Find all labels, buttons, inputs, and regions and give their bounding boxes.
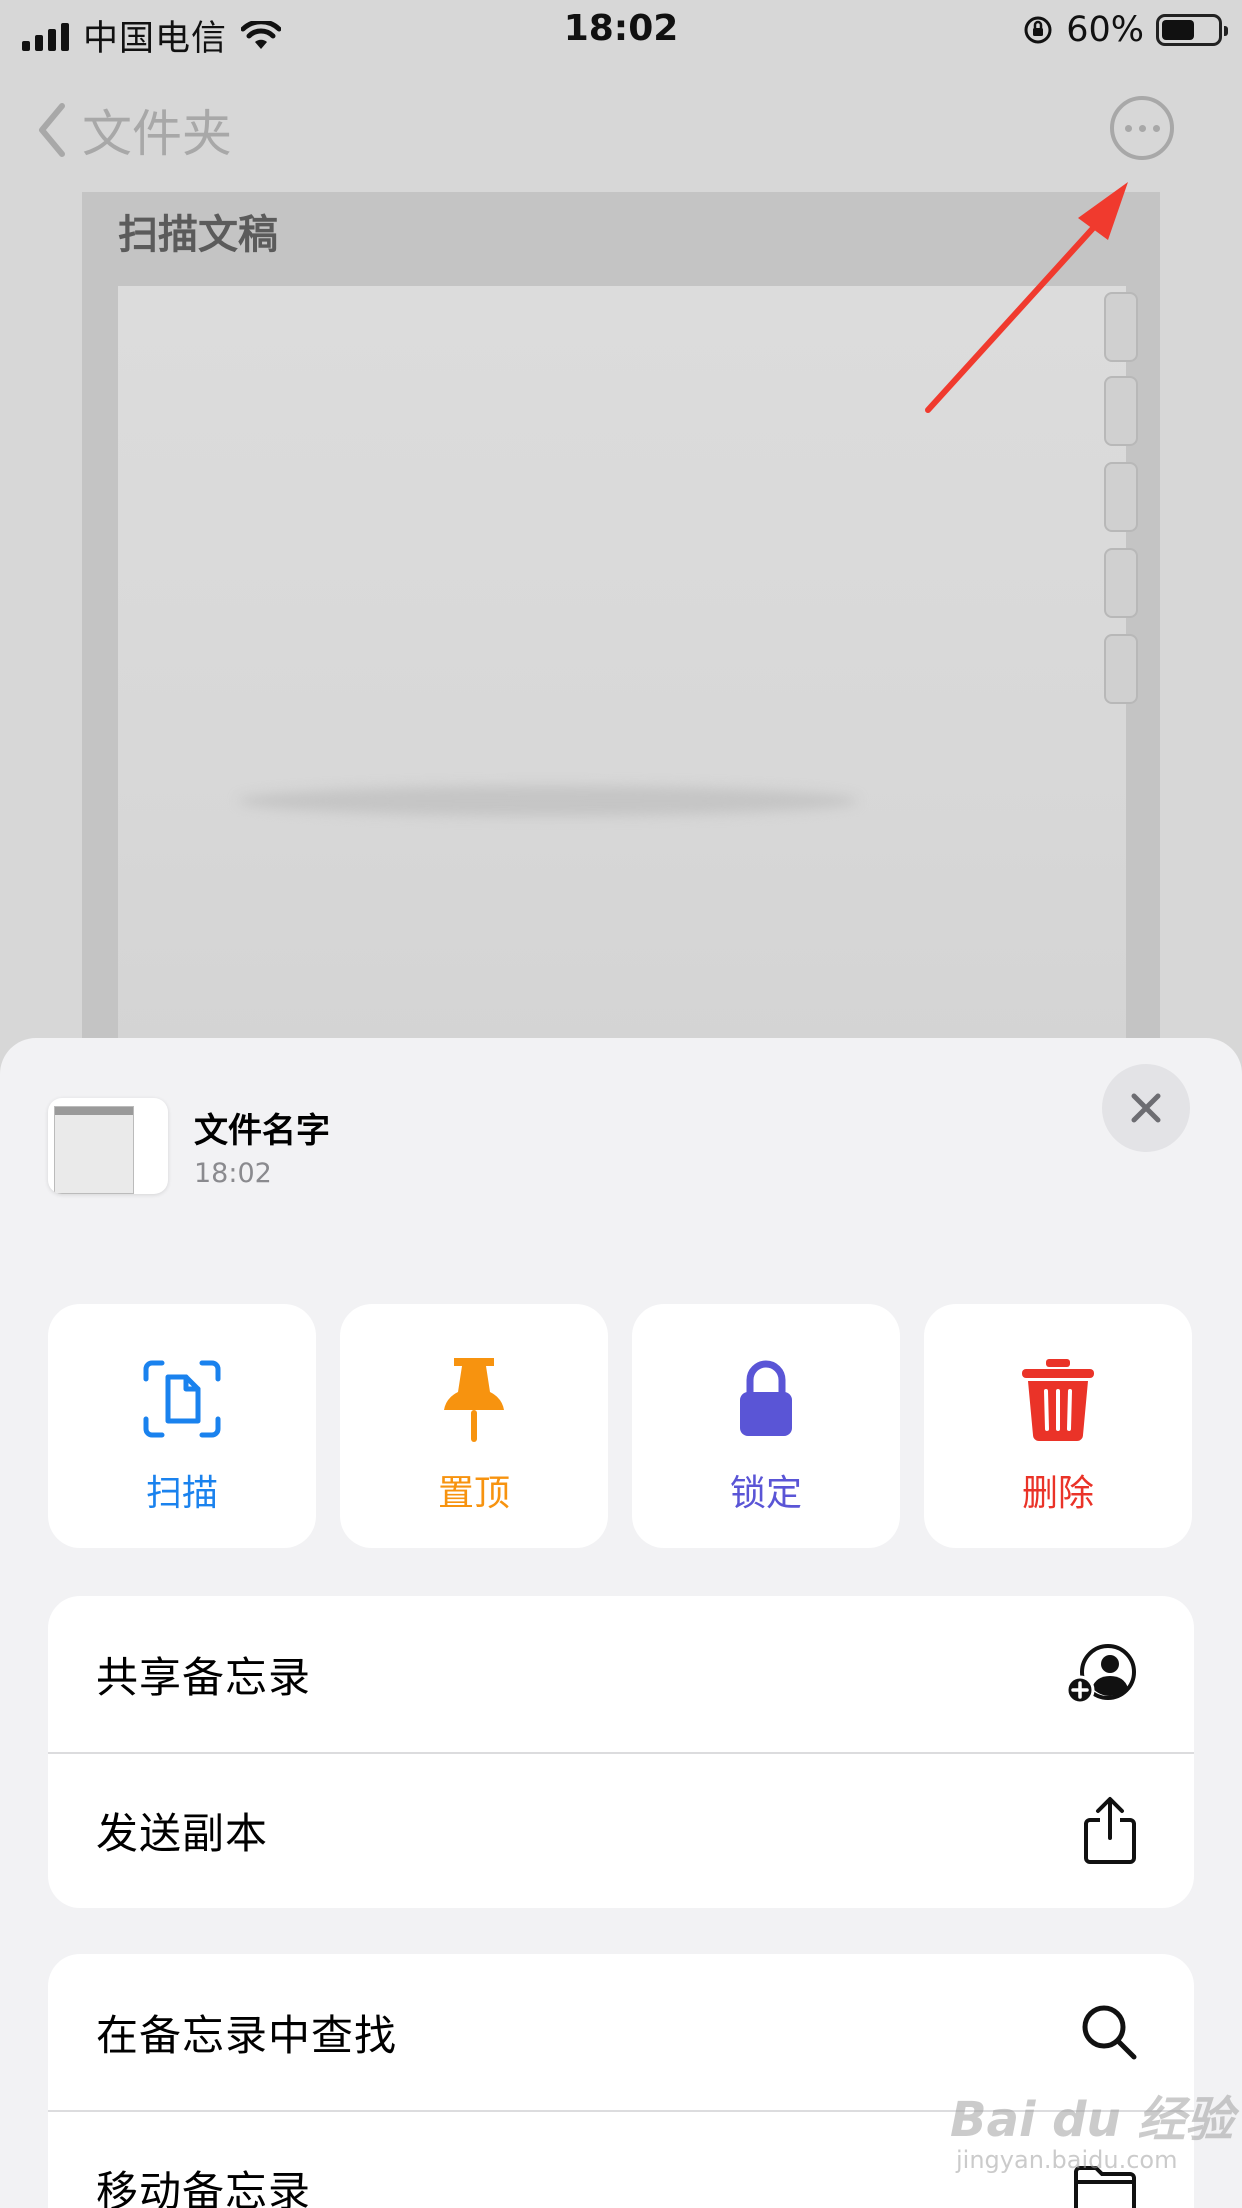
battery-percent: 60% — [1066, 10, 1144, 50]
note-thumbnail — [48, 1098, 168, 1194]
pin-icon — [444, 1358, 504, 1442]
lock-icon — [740, 1360, 792, 1436]
back-label: 文件夹 — [82, 105, 232, 163]
status-right: 60% — [1022, 10, 1228, 50]
close-icon — [1131, 1093, 1161, 1123]
sheet-header: 文件名字 18:02 — [48, 1098, 330, 1194]
send-copy-row[interactable]: 发送副本 — [48, 1752, 1194, 1908]
delete-button[interactable]: 删除 — [924, 1304, 1192, 1548]
search-icon — [1082, 2005, 1137, 2060]
close-button[interactable] — [1102, 1064, 1190, 1152]
share-upload-icon — [1084, 1797, 1136, 1864]
document-title: 扫描文稿 — [118, 212, 278, 258]
action-sheet: 文件名字 18:02 扫描 置顶 锁定 删除 共享备忘录 发送副本 在备忘录中查… — [0, 1038, 1242, 2208]
scanned-page — [118, 286, 1138, 1066]
note-time: 18:02 — [194, 1158, 272, 1189]
ellipsis-circle-icon — [1124, 124, 1132, 132]
move-note-label: 移动备忘录 — [96, 2166, 312, 2208]
trash-icon — [1022, 1359, 1094, 1441]
find-in-note-label: 在备忘录中查找 — [96, 2010, 398, 2060]
status-bar: 中国电信 18:02 60% — [0, 0, 1242, 62]
delete-label: 删除 — [1021, 1473, 1094, 1514]
note-name: 文件名字 — [194, 1111, 330, 1151]
quick-actions: 扫描 置顶 锁定 删除 — [48, 1304, 1192, 1548]
scan-document-icon — [143, 1360, 221, 1438]
pin-button[interactable]: 置顶 — [340, 1304, 608, 1548]
share-group: 共享备忘录 发送副本 — [48, 1596, 1194, 1908]
orientation-lock-icon — [1024, 16, 1052, 44]
share-person-plus-icon — [1066, 1644, 1136, 1705]
lock-label: 锁定 — [729, 1473, 802, 1514]
more-options-button[interactable] — [1110, 96, 1174, 160]
chevron-left-icon — [39, 103, 65, 157]
send-copy-label: 发送副本 — [96, 1808, 269, 1858]
pin-label: 置顶 — [437, 1473, 510, 1514]
watermark-logo: Bai du 经验 — [950, 2092, 1234, 2148]
lock-button[interactable]: 锁定 — [632, 1304, 900, 1548]
back-button[interactable]: 文件夹 — [36, 94, 232, 166]
watermark-url: jingyan.baidu.com — [956, 2146, 1178, 2174]
scan-button[interactable]: 扫描 — [48, 1304, 316, 1548]
battery-icon — [1156, 14, 1228, 46]
scan-label: 扫描 — [145, 1473, 218, 1514]
battery-fill — [1162, 20, 1195, 40]
share-note-label: 共享备忘录 — [96, 1652, 312, 1702]
nav-bar: 文件夹 — [0, 80, 1242, 172]
share-note-row[interactable]: 共享备忘录 — [48, 1596, 1194, 1752]
note-meta: 文件名字 18:02 — [194, 1103, 330, 1189]
document-preview: 扫描文稿 — [82, 192, 1160, 1066]
